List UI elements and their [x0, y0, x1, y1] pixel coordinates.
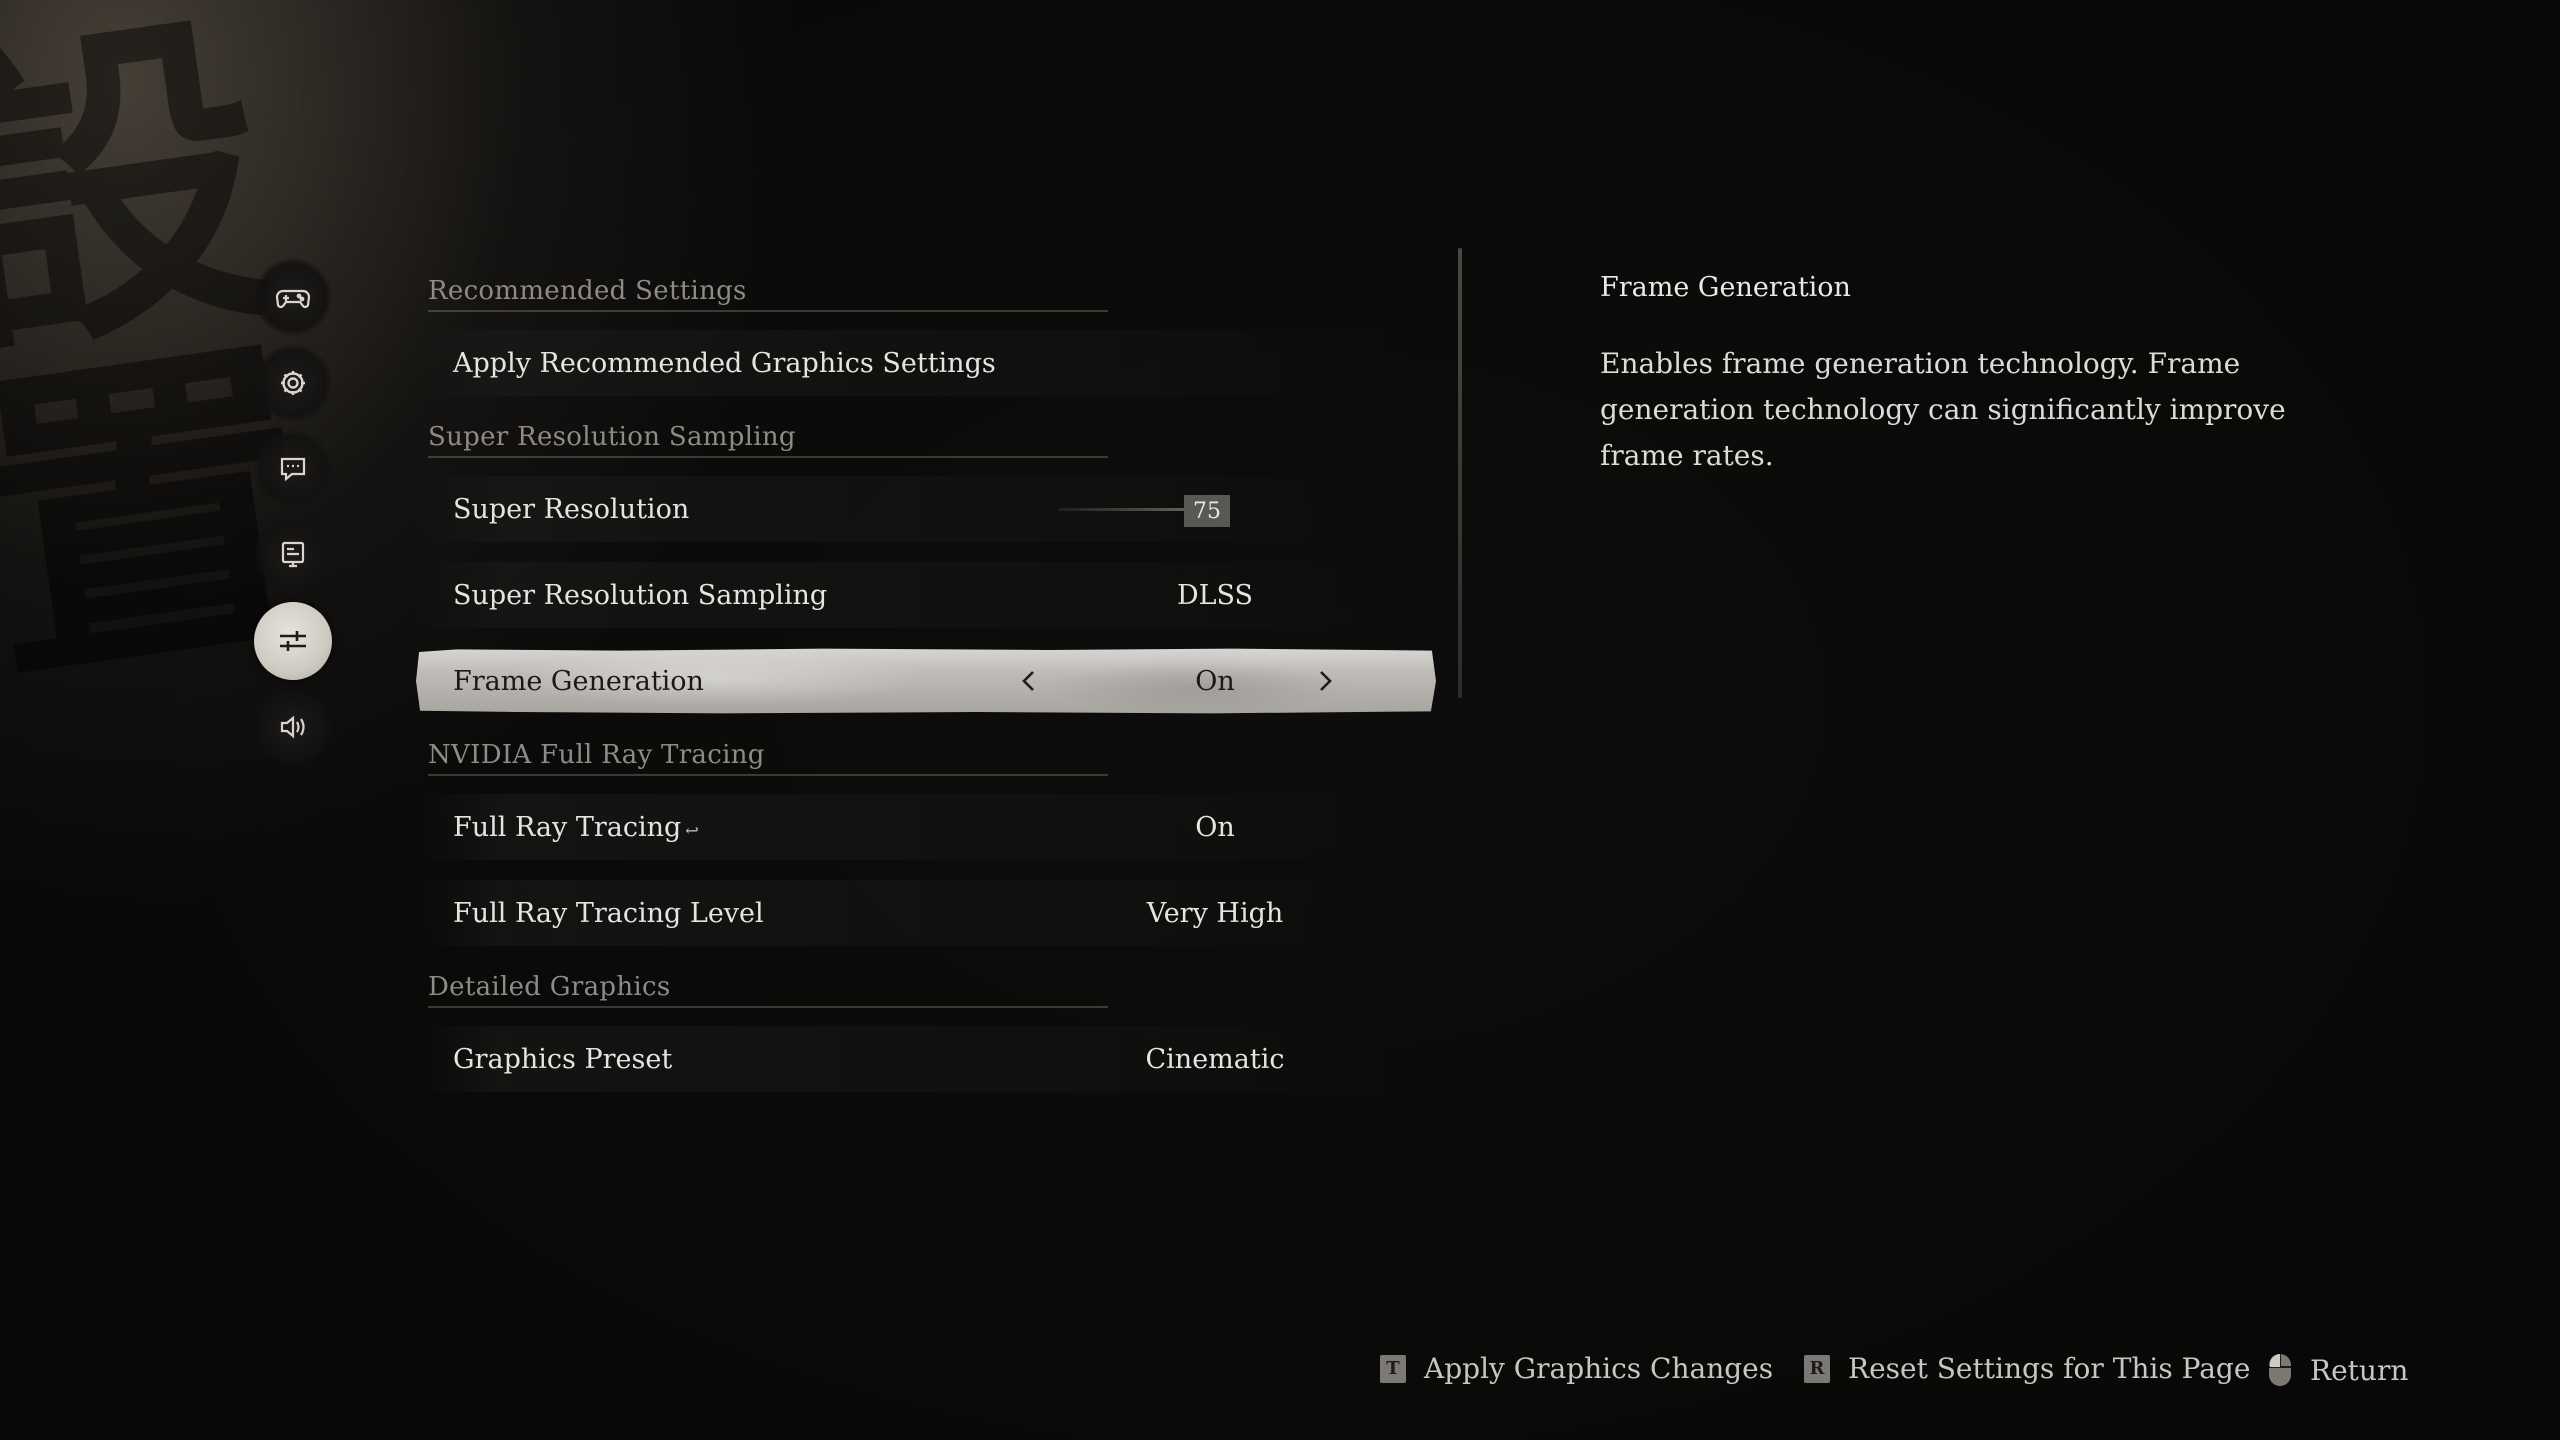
key-r-icon: R [1804, 1354, 1830, 1383]
chevron-right-icon [1320, 671, 1332, 691]
apply-graphics-button[interactable]: T Apply Graphics Changes [1380, 1352, 1773, 1385]
row-super-resolution[interactable]: Super Resolution 75 [418, 476, 1438, 542]
description-title: Frame Generation [1600, 272, 1851, 303]
reset-page-button[interactable]: R Reset Settings for This Page [1804, 1352, 2250, 1385]
key-t-icon: T [1380, 1354, 1406, 1383]
row-frame-generation[interactable]: Frame Generation On [416, 648, 1436, 714]
section-ray-tracing: NVIDIA Full Ray Tracing [428, 732, 1108, 776]
row-label: Full Ray Tracing Level [453, 897, 764, 929]
scrollbar[interactable] [1458, 248, 1462, 698]
mouse-icon [2269, 1353, 2291, 1386]
row-apply-recommended[interactable]: Apply Recommended Graphics Settings [418, 330, 1438, 396]
row-full-ray-tracing[interactable]: Full Ray Tracing ↩ On [418, 794, 1438, 860]
row-graphics-preset[interactable]: Graphics Preset Cinematic [418, 1026, 1438, 1092]
row-label: Super Resolution [453, 493, 690, 525]
row-value: DLSS [1176, 579, 1254, 611]
row-label: Apply Recommended Graphics Settings [453, 347, 996, 379]
nav-audio[interactable] [254, 688, 332, 766]
category-nav [254, 258, 332, 774]
arrow-right-button[interactable] [1310, 666, 1340, 696]
hint-label: Return [2310, 1353, 2409, 1387]
section-super-resolution: Super Resolution Sampling [428, 414, 1108, 458]
description-panel: Frame Generation Enables frame generatio… [1600, 272, 2300, 479]
description-body: Enables frame generation technology. Fra… [1600, 347, 2286, 472]
speaker-icon [280, 715, 305, 739]
return-button[interactable]: Return [2266, 1352, 2408, 1388]
row-label: Graphics Preset [453, 1043, 673, 1075]
row-label: Super Resolution Sampling [453, 579, 828, 611]
row-label-text: Full Ray Tracing [453, 811, 682, 843]
nav-display[interactable] [254, 516, 332, 594]
settings-screen: 設置 Recommended Settings Apply Recommende… [0, 0, 2560, 1440]
changed-mark-icon: ↩ [685, 820, 699, 840]
row-sr-sampling[interactable]: Super Resolution Sampling DLSS [418, 562, 1438, 628]
chevron-left-icon [1022, 671, 1034, 691]
gamepad-icon [275, 289, 311, 309]
row-label: Frame Generation [453, 665, 704, 697]
display-icon [281, 541, 305, 568]
footer-hints: T Apply Graphics Changes R Reset Setting… [1380, 1352, 2440, 1398]
row-ray-tracing-level[interactable]: Full Ray Tracing Level Very High [418, 880, 1438, 946]
arrow-left-button[interactable] [1014, 666, 1044, 696]
gear-icon [281, 371, 305, 395]
nav-controls[interactable] [254, 258, 332, 336]
settings-list: Recommended Settings Apply Recommended G… [416, 268, 1438, 1092]
nav-language[interactable] [254, 430, 332, 508]
slider-value[interactable]: 75 [1184, 495, 1230, 527]
nav-graphics[interactable] [254, 602, 332, 680]
row-value: Cinematic [1145, 1043, 1285, 1075]
row-value: On [1195, 811, 1235, 843]
sliders-icon [280, 631, 306, 651]
row-value: Very High [1146, 897, 1284, 929]
hint-label: Apply Graphics Changes [1424, 1352, 1774, 1385]
section-detailed: Detailed Graphics [428, 964, 1108, 1008]
hint-label: Reset Settings for This Page [1848, 1352, 2251, 1385]
chat-icon [280, 457, 306, 482]
section-recommended: Recommended Settings [428, 268, 1108, 312]
row-value: On [1195, 665, 1235, 697]
nav-general[interactable] [254, 344, 332, 422]
row-label: Full Ray Tracing ↩ [453, 812, 699, 843]
